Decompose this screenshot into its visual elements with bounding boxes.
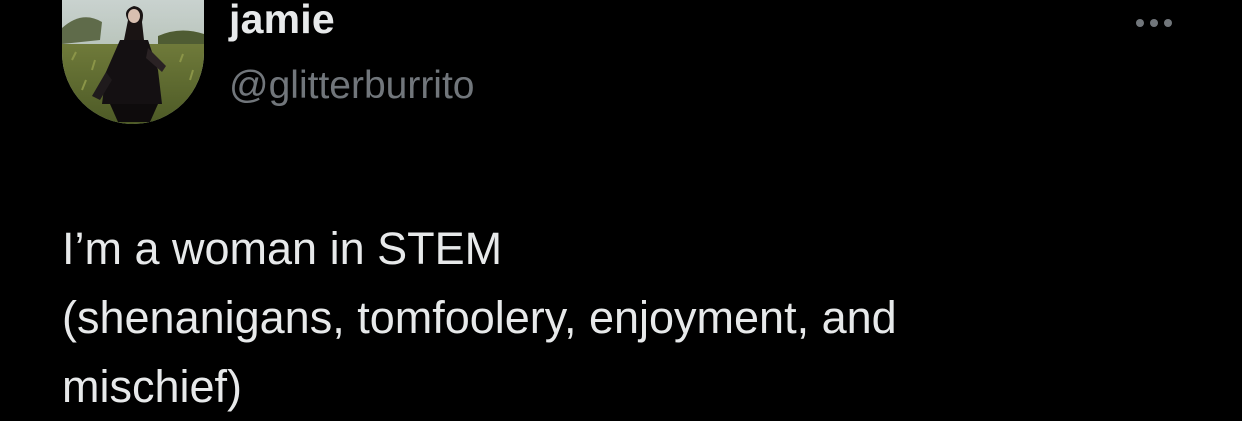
more-horizontal-icon-dot: [1164, 19, 1172, 27]
display-name[interactable]: jamie: [229, 0, 335, 43]
more-horizontal-icon: [1136, 19, 1144, 27]
more-horizontal-icon-dot: [1150, 19, 1158, 27]
more-options-button[interactable]: [1124, 8, 1184, 38]
tweet-text: I’m a woman in STEM (shenanigans, tomfoo…: [62, 223, 897, 412]
avatar[interactable]: [62, 0, 204, 124]
profile-photo-icon: [62, 0, 204, 124]
user-handle[interactable]: @glitterburrito: [229, 64, 475, 108]
